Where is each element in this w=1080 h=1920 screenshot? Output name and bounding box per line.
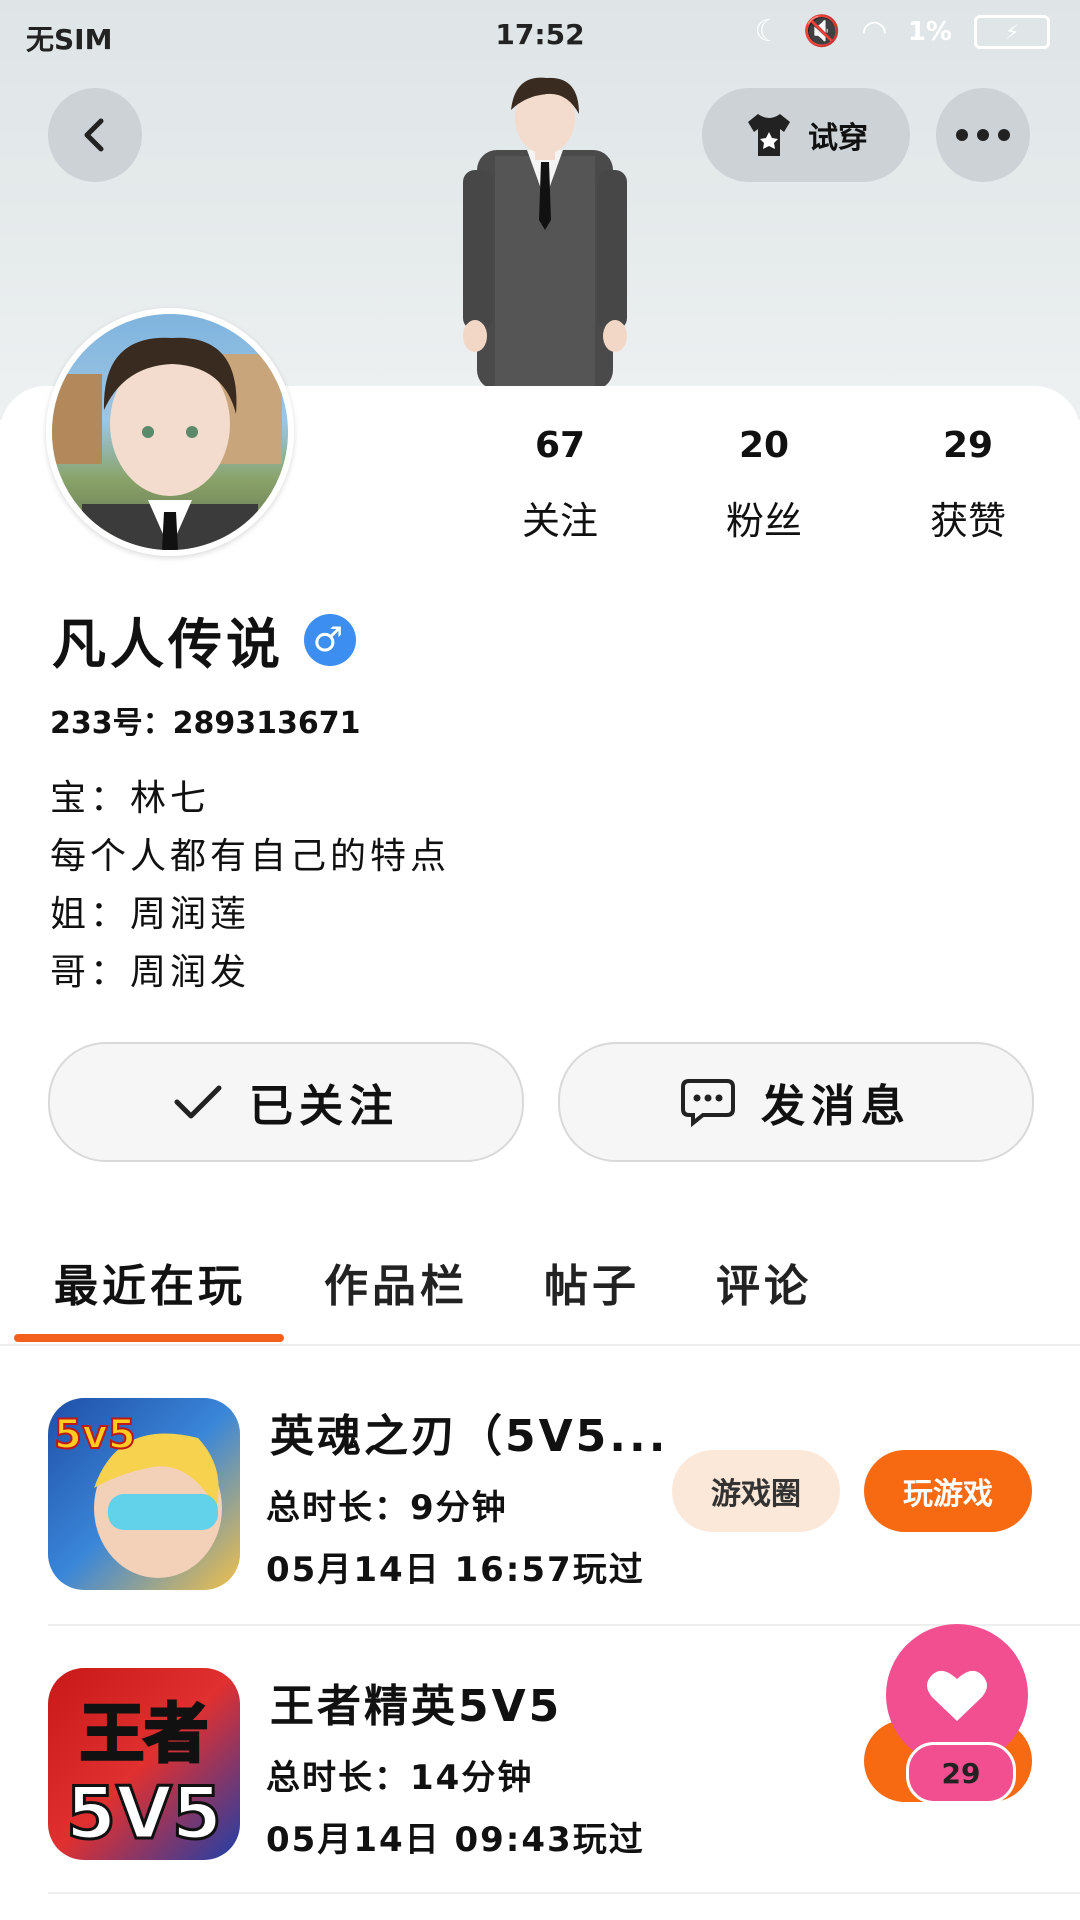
game-icon: 5v5: [48, 1398, 240, 1590]
followed-button[interactable]: 已关注: [48, 1042, 524, 1162]
game-icon-text: 5V5: [66, 1771, 222, 1855]
back-button[interactable]: [48, 88, 142, 182]
tab-posts[interactable]: 帖子: [544, 1250, 640, 1314]
game-icon: 王者 5V5: [48, 1668, 240, 1860]
mute-icon: 🔇: [803, 14, 841, 49]
try-on-button[interactable]: 试穿: [702, 88, 910, 182]
chevron-left-icon: [84, 118, 104, 152]
play-game-button[interactable]: 玩游戏: [864, 1450, 1032, 1532]
stat-label: 获赞: [929, 499, 1006, 543]
profile-bio: 宝：林七 每个人都有自己的特点 姐：周润莲 哥：周润发: [50, 770, 450, 1002]
game-last-played: 05月14日 09:43玩过: [266, 1820, 645, 1860]
more-dots-icon: [956, 129, 1010, 141]
like-count-badge: 29: [906, 1742, 1016, 1804]
battery-icon: ⚡: [974, 14, 1050, 49]
moon-icon: ☾: [754, 14, 782, 49]
bio-line: 哥：周润发: [50, 952, 251, 993]
game-circle-button[interactable]: 游戏圈: [672, 1450, 840, 1532]
tab-recently-played[interactable]: 最近在玩: [54, 1250, 246, 1314]
uid-value: 289313671: [172, 706, 361, 741]
stat-number: 29: [942, 425, 994, 466]
heart-icon: [927, 1670, 987, 1721]
stat-number: 67: [534, 425, 586, 466]
uid-label: 233号：: [50, 706, 173, 741]
stat-label: 粉丝: [725, 499, 802, 543]
game-duration: 总时长：9分钟: [266, 1488, 508, 1528]
divider: [48, 1892, 1080, 1894]
stat-fans[interactable]: 20 粉丝: [684, 425, 844, 545]
stat-number: 20: [738, 425, 790, 466]
wifi-icon: ◠: [862, 14, 886, 49]
game-icon-text: 5v5: [54, 1412, 136, 1458]
status-bar: 无SIM 17:52 ☾ 🔇 ◠ 1% ⚡: [0, 0, 1080, 70]
check-icon: [174, 1085, 222, 1119]
game-title: 英魂之刃（5V5...: [270, 1411, 669, 1462]
profile-uid: 233号：289313671: [50, 698, 361, 742]
game-duration: 总时长：14分钟: [266, 1758, 534, 1798]
avatar[interactable]: [46, 308, 294, 556]
try-on-label: 试穿: [808, 121, 868, 156]
game-title: 王者精英5V5: [270, 1681, 563, 1732]
bio-line: 每个人都有自己的特点: [50, 836, 451, 877]
avatar-figure-illustration: [463, 77, 627, 390]
shirt-icon: [748, 114, 790, 156]
divider: [0, 1344, 1080, 1346]
followed-label: 已关注: [249, 1081, 399, 1132]
bio-line: 宝：林七: [50, 778, 211, 819]
profile-name-row: 凡人传说 ♂: [52, 600, 356, 679]
battery-percent: 1%: [907, 16, 952, 47]
bio-line: 姐：周润莲: [50, 894, 251, 935]
stat-following[interactable]: 67 关注: [480, 425, 640, 545]
send-message-button[interactable]: 发消息: [558, 1042, 1034, 1162]
game-last-played: 05月14日 16:57玩过: [266, 1550, 645, 1590]
message-label: 发消息: [761, 1081, 911, 1132]
list-item[interactable]: 5v5 英魂之刃（5V5... 总时长：9分钟 05月14日 16:57玩过 游…: [0, 1370, 1080, 1638]
chat-bubble-icon: [681, 1079, 735, 1127]
game-icon-text: 王者: [80, 1698, 208, 1772]
divider: [48, 1624, 1080, 1626]
male-gender-icon: ♂: [304, 613, 356, 666]
stat-label: 关注: [521, 499, 598, 543]
tab-comments[interactable]: 评论: [716, 1250, 812, 1314]
profile-name: 凡人传说: [52, 613, 284, 676]
stat-likes[interactable]: 29 获赞: [888, 425, 1048, 545]
more-options-button[interactable]: [936, 88, 1030, 182]
profile-tabs: 最近在玩 作品栏 帖子 评论: [0, 1250, 1080, 1346]
tab-works[interactable]: 作品栏: [324, 1250, 468, 1314]
active-tab-indicator: [14, 1334, 284, 1342]
avatar-portrait-illustration: [52, 337, 282, 550]
